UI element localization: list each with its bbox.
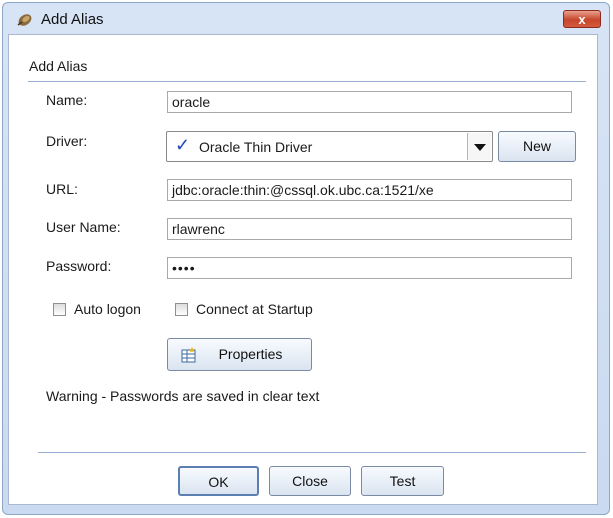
connect-at-startup-label[interactable]: Connect at Startup: [196, 301, 313, 317]
close-button[interactable]: Close: [269, 466, 351, 496]
properties-label: Properties: [218, 346, 283, 362]
password-label: Password:: [46, 258, 112, 274]
properties-table-icon: [181, 347, 196, 363]
alias-icon: [17, 14, 32, 26]
chevron-down-icon[interactable]: [467, 133, 491, 160]
section-divider: [28, 81, 586, 82]
name-label: Name:: [46, 92, 88, 108]
test-button[interactable]: Test: [361, 466, 444, 496]
auto-logon-checkbox[interactable]: [53, 303, 66, 316]
user-name-label: User Name:: [46, 219, 121, 235]
section-title: Add Alias: [29, 58, 88, 74]
url-label: URL:: [46, 181, 78, 197]
title-bar[interactable]: Add Alias x: [3, 3, 609, 37]
driver-selected-value: Oracle Thin Driver: [199, 139, 313, 155]
properties-button[interactable]: Properties: [167, 338, 312, 371]
driver-select[interactable]: ✓ Oracle Thin Driver: [166, 131, 493, 162]
url-input[interactable]: jdbc:oracle:thin:@cssql.ok.ubc.ca:1521/x…: [167, 179, 572, 201]
footer-divider: [38, 452, 586, 453]
close-icon: x: [578, 12, 586, 27]
name-input[interactable]: oracle: [167, 91, 572, 113]
password-warning: Warning - Passwords are saved in clear t…: [46, 388, 320, 404]
driver-label: Driver:: [46, 133, 88, 149]
checkmark-icon: ✓: [175, 135, 191, 155]
window-title: Add Alias: [41, 11, 104, 28]
connect-at-startup-checkbox[interactable]: [175, 303, 188, 316]
user-name-input[interactable]: rlawrenc: [167, 218, 572, 240]
ok-button[interactable]: OK: [178, 466, 259, 496]
auto-logon-label[interactable]: Auto logon: [74, 301, 141, 317]
password-input[interactable]: ••••: [167, 257, 572, 279]
new-driver-button[interactable]: New: [498, 131, 576, 162]
window-close-button[interactable]: x: [563, 10, 601, 28]
